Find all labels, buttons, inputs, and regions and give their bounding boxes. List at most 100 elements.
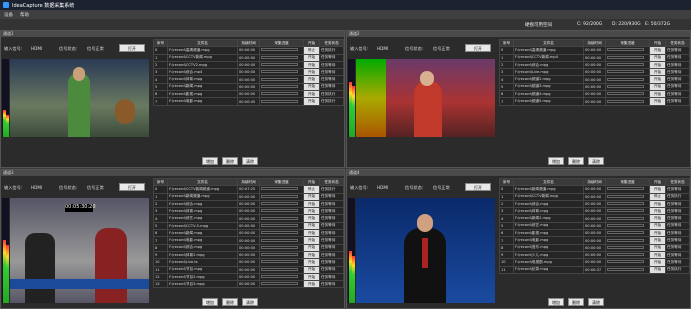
open-button[interactable]: 打开 — [465, 44, 491, 52]
table-row[interactable]: 5 F:\record\CCTV-5.mpg 00:00:00 开始 任务等待 — [153, 221, 344, 231]
table-row[interactable]: 11 F:\record\节目.mpg 00:00:00 开始 任务等待 — [153, 265, 344, 274]
start-stop-button[interactable]: 开始 — [649, 53, 666, 62]
open-button[interactable]: 打开 — [119, 44, 145, 52]
start-stop-button[interactable]: 开始 — [649, 75, 666, 84]
start-stop-button[interactable]: 开始 — [303, 68, 320, 77]
menu-item-device[interactable]: 设备 — [4, 12, 13, 18]
start-stop-button[interactable]: 开始 — [303, 250, 320, 260]
table-row[interactable]: 3 F:\record\综合.mp4 00:00:00 开始 任务等待 — [153, 68, 344, 77]
add-task-button[interactable]: 增加 — [202, 298, 218, 306]
table-row[interactable]: 4 F:\record\新闻2.mpg 00:00:00 开始 任务等待 — [499, 214, 690, 223]
start-stop-button[interactable]: 开始 — [649, 199, 666, 209]
delete-task-button[interactable]: 删除 — [568, 298, 584, 306]
start-stop-button[interactable]: 开始 — [649, 207, 666, 216]
start-stop-button[interactable]: 开始 — [303, 199, 320, 209]
delete-task-button[interactable]: 删除 — [568, 157, 584, 165]
table-row[interactable]: 4 F:\record\体育.mpg 00:00:00 开始 任务等待 — [153, 75, 344, 84]
start-stop-button[interactable]: 开始 — [303, 75, 320, 84]
start-stop-button[interactable]: 开始 — [649, 46, 666, 55]
start-stop-button[interactable]: 停止 — [649, 192, 666, 201]
table-row[interactable]: 7 F:\record\频道5.mpg 00:00:00 开始 任务等待 — [499, 97, 690, 106]
table-row[interactable]: 6 F:\record\影视.mpg 00:00:00 开始 任务执行 — [153, 90, 344, 99]
delete-task-button[interactable]: 删除 — [222, 157, 238, 165]
table-row[interactable]: 3 F:\record\体育.mpg 00:00:00 开始 任务等待 — [499, 207, 690, 216]
start-stop-button[interactable]: 开始 — [303, 97, 320, 106]
start-stop-button[interactable]: 开始 — [303, 272, 320, 282]
table-row[interactable]: 8 F:\record\音乐.mpg 00:00:00 开始 任务等待 — [499, 243, 690, 252]
add-task-button[interactable]: 增加 — [548, 157, 564, 165]
table-row[interactable]: 9 F:\record\体育2.mpg 00:00:00 开始 任务等待 — [153, 250, 344, 260]
table-row[interactable]: 1 F:\record\CCTV新闻.mp4 00:00:00 开始 任务等待 — [499, 53, 690, 62]
open-button[interactable]: 打开 — [119, 183, 145, 191]
delete-task-button[interactable]: 删除 — [222, 298, 238, 306]
table-row[interactable]: 10 F:\record\Live.ts 00:00:00 开始 任务等待 — [153, 258, 344, 267]
table-row[interactable]: 7 F:\record\电影.mpg 00:00:00 开始 任务等待 — [499, 236, 690, 245]
table-row[interactable]: 11 F:\record\纪录.mpg 00:00:37 开始 任务执行 — [499, 265, 690, 274]
table-row[interactable]: 10 F:\record\电视剧.mpg 00:00:00 开始 任务等待 — [499, 258, 690, 267]
start-stop-button[interactable]: 开始 — [303, 82, 320, 92]
start-stop-button[interactable]: 开始 — [649, 97, 666, 106]
table-row[interactable]: 0 F:\record\高清频道.mpg 00:00:00 停止 任务执行 — [153, 46, 344, 55]
start-stop-button[interactable]: 开始 — [649, 68, 666, 77]
start-stop-button[interactable]: 开始 — [649, 250, 666, 260]
start-stop-button[interactable]: 开始 — [649, 214, 666, 223]
start-stop-button[interactable]: 开始 — [303, 192, 320, 201]
table-row[interactable]: 5 F:\record\新闻.mpg 00:00:00 开始 任务等待 — [153, 82, 344, 92]
start-stop-button[interactable]: 开始 — [303, 221, 320, 231]
start-stop-button[interactable]: 开始 — [649, 243, 666, 252]
start-stop-button[interactable]: 开始 — [303, 90, 320, 99]
clear-tasks-button[interactable]: 清除 — [588, 157, 604, 165]
table-row[interactable]: 5 F:\record\综艺.mpg 00:00:00 开始 任务等待 — [499, 221, 690, 231]
start-stop-button[interactable]: 开始 — [303, 243, 320, 252]
start-stop-button[interactable]: 开始 — [649, 60, 666, 70]
start-stop-button[interactable]: 开始 — [303, 214, 320, 223]
clear-tasks-button[interactable]: 清除 — [588, 298, 604, 306]
start-stop-button[interactable]: 停止 — [303, 185, 320, 194]
add-task-button[interactable]: 增加 — [548, 298, 564, 306]
table-row[interactable]: 3 F:\record\Live.mpg 00:00:00 开始 任务等待 — [499, 68, 690, 77]
table-row[interactable]: 1 F:\record\CCTV新闻.mpg 00:00:00 开始 任务等待 — [153, 53, 344, 62]
clear-tasks-button[interactable]: 清除 — [242, 157, 258, 165]
table-row[interactable]: 1 F:\record\新闻频道.mpg 00:00:00 开始 任务等待 — [153, 192, 344, 201]
start-stop-button[interactable]: 开始 — [649, 258, 666, 267]
table-row[interactable]: 7 F:\record\电影.mpg 00:00:00 开始 任务等待 — [153, 236, 344, 245]
table-row[interactable]: 6 F:\record\频道4.mpg 00:00:00 开始 任务等待 — [499, 90, 690, 99]
table-row[interactable]: 7 F:\record\电影.mpg 00:00:45 开始 任务执行 — [153, 97, 344, 106]
table-row[interactable]: 8 F:\record\综合.mpg 00:00:00 开始 任务等待 — [153, 243, 344, 252]
table-row[interactable]: 2 F:\record\综合.mpg 00:00:00 开始 任务等待 — [153, 199, 344, 209]
table-row[interactable]: 3 F:\record\体育.mpg 00:00:00 开始 任务等待 — [153, 207, 344, 216]
clear-tasks-button[interactable]: 清除 — [242, 298, 258, 306]
table-row[interactable]: 0 F:\record\高清频道.mpg 00:00:00 开始 任务等待 — [499, 46, 690, 55]
table-row[interactable]: 4 F:\record\频道2.mpg 00:00:00 开始 任务等待 — [499, 75, 690, 84]
start-stop-button[interactable]: 开始 — [649, 82, 666, 92]
table-row[interactable]: 0 F:\record\CCTV新闻频道.mpg 00:07:25 停止 任务执行 — [153, 185, 344, 194]
table-row[interactable]: 12 F:\record\节目2.mpg 00:00:00 开始 任务等待 — [153, 272, 344, 282]
table-row[interactable]: 4 F:\record\综艺.mpg 00:00:00 开始 任务等待 — [153, 214, 344, 223]
start-stop-button[interactable]: 开始 — [303, 60, 320, 70]
start-stop-button[interactable]: 开始 — [303, 265, 320, 274]
start-stop-button[interactable]: 开始 — [303, 258, 320, 267]
start-stop-button[interactable]: 开始 — [303, 229, 320, 238]
start-stop-button[interactable]: 开始 — [303, 280, 320, 289]
start-stop-button[interactable]: 开始 — [303, 236, 320, 245]
table-row[interactable]: 2 F:\record\综合.mpg 00:00:00 开始 任务等待 — [499, 60, 690, 70]
start-stop-button[interactable]: 开始 — [649, 236, 666, 245]
table-row[interactable]: 13 F:\record\节目3.mpg 00:00:00 开始 任务等待 — [153, 280, 344, 289]
table-row[interactable]: 6 F:\record\新闻.mpg 00:00:00 开始 任务等待 — [153, 229, 344, 238]
add-task-button[interactable]: 增加 — [202, 157, 218, 165]
table-row[interactable]: 0 F:\record\新闻频道.mpg 00:00:00 开始 任务等待 — [499, 185, 690, 194]
start-stop-button[interactable]: 开始 — [303, 207, 320, 216]
start-stop-button[interactable]: 开始 — [649, 185, 666, 194]
table-row[interactable]: 5 F:\record\频道3.mpg 00:00:00 开始 任务等待 — [499, 82, 690, 92]
start-stop-button[interactable]: 开始 — [649, 90, 666, 99]
table-row[interactable]: 2 F:\record\综合.mpg 00:00:00 开始 任务等待 — [499, 199, 690, 209]
start-stop-button[interactable]: 开始 — [649, 265, 666, 274]
start-stop-button[interactable]: 开始 — [303, 53, 320, 62]
start-stop-button[interactable]: 停止 — [303, 46, 320, 55]
table-row[interactable]: 9 F:\record\少儿.mpg 00:00:00 开始 任务等待 — [499, 250, 690, 260]
menu-item-help[interactable]: 帮助 — [20, 12, 29, 18]
table-row[interactable]: 1 F:\record\CCTV新闻.mpg 00:00:00 停止 任务执行 — [499, 192, 690, 201]
table-row[interactable]: 2 F:\record\CCTV2.mpg 00:00:00 开始 任务等待 — [153, 60, 344, 70]
start-stop-button[interactable]: 开始 — [649, 221, 666, 231]
start-stop-button[interactable]: 开始 — [649, 229, 666, 238]
